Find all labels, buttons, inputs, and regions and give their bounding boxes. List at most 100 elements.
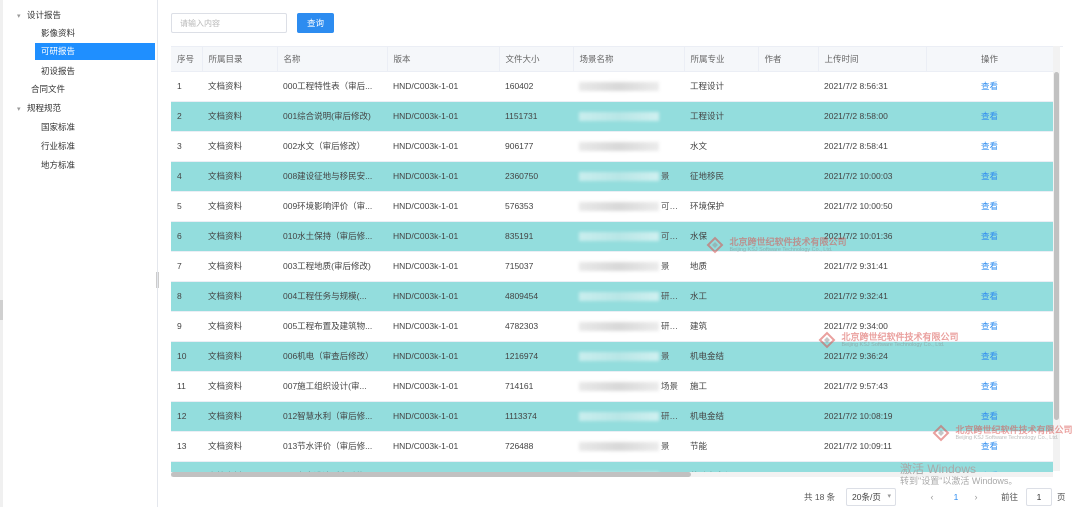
cell-upload-time: 2021/7/2 9:36:24 xyxy=(818,341,926,372)
cell-name: 012智慧水利（审后修... xyxy=(277,401,387,432)
cell-index: 3 xyxy=(171,131,202,162)
cell-file-size: 906177 xyxy=(499,131,573,162)
table-row[interactable]: 9 文档资料 005工程布置及建筑物... HND/C003k-1-01 4782303… xyxy=(171,311,1053,342)
table-row[interactable]: 1 文档资料 000工程特性表（审后... HND/C003k-1-01 160402 工… xyxy=(171,71,1053,102)
tree-node-feasibility-report[interactable]: 可研报告 xyxy=(35,43,155,60)
next-page-button[interactable]: › xyxy=(968,488,984,506)
cell-index: 12 xyxy=(171,401,202,432)
scrollbar-thumb[interactable] xyxy=(171,472,691,477)
cell-version: HND/C003k-1-01 xyxy=(387,191,499,222)
sidebar: ▾ 设计报告 影像资料 可研报告 初设报告 合同文件 ▾ 规程规范 国家标准 行业标… xyxy=(3,0,159,507)
tree-node-regulations[interactable]: ▾ 规程规范 xyxy=(17,100,61,117)
cell-name: 013节水评价（审后修... xyxy=(277,431,387,462)
scrollbar-thumb[interactable] xyxy=(1054,72,1059,420)
horizontal-scrollbar[interactable] xyxy=(171,472,1053,477)
tree-node-image-data[interactable]: 影像资料 xyxy=(41,25,75,42)
page-size-select[interactable]: 20条/页 ▾ xyxy=(846,488,896,506)
prev-page-button[interactable]: ‹ xyxy=(924,488,940,506)
column-header-upload-time: 上传时间 xyxy=(818,47,927,72)
redacted-blur xyxy=(579,82,659,92)
view-link[interactable]: 查看 xyxy=(981,441,998,451)
cell-scene-name: 研场景 xyxy=(573,281,684,312)
cell-actions: 查看 xyxy=(926,281,1053,312)
cell-major: 工程设计 xyxy=(684,71,758,102)
redacted-blur xyxy=(579,442,659,452)
table-row[interactable]: 5 文档资料 009环境影响评价（审... HND/C003k-1-01 576353 可… xyxy=(171,191,1053,222)
view-link[interactable]: 查看 xyxy=(981,171,998,181)
cell-file-size: 1113374 xyxy=(499,401,573,432)
tree-node-contract-files[interactable]: 合同文件 xyxy=(31,81,65,98)
view-link[interactable]: 查看 xyxy=(981,111,998,121)
view-link[interactable]: 查看 xyxy=(981,81,998,91)
view-link[interactable]: 查看 xyxy=(981,411,998,421)
scene-name-text: 景 xyxy=(661,441,670,451)
search-input[interactable] xyxy=(171,13,287,33)
table-row[interactable]: 8 文档资料 004工程任务与规模(... HND/C003k-1-01 4809454… xyxy=(171,281,1053,312)
cell-version: HND/C003k-1-01 xyxy=(387,251,499,282)
cell-upload-time: 2021/7/2 8:58:41 xyxy=(818,131,926,162)
cell-index: 13 xyxy=(171,431,202,462)
cell-major: 水工 xyxy=(684,281,758,312)
tree-node-industry-standards[interactable]: 行业标准 xyxy=(41,138,75,155)
cell-actions: 查看 xyxy=(926,131,1053,162)
goto-page-input[interactable] xyxy=(1026,488,1052,506)
redacted-blur xyxy=(579,322,659,332)
view-link[interactable]: 查看 xyxy=(981,291,998,301)
table-row[interactable]: 7 文档资料 003工程地质(审后修改) HND/C003k-1-01 715037 景 地… xyxy=(171,251,1053,282)
cell-index: 2 xyxy=(171,101,202,132)
tree-node-design-reports[interactable]: ▾ 设计报告 xyxy=(17,7,61,24)
cell-index: 10 xyxy=(171,341,202,372)
table-row[interactable]: 13 文档资料 013节水评价（审后修... HND/C003k-1-01 726488… xyxy=(171,431,1053,462)
cell-directory: 文档资料 xyxy=(202,341,277,372)
cell-upload-time: 2021/7/2 10:00:50 xyxy=(818,191,926,222)
scene-name-text: 景 xyxy=(661,351,670,361)
scene-name-text: 景 xyxy=(661,261,670,271)
table-row[interactable]: 10 文档资料 006机电（审查后修改） HND/C003k-1-01 1216974 景… xyxy=(171,341,1053,372)
cell-author xyxy=(758,131,818,162)
tree-node-local-standards[interactable]: 地方标准 xyxy=(41,157,75,174)
column-header-scene-name: 场景名称 xyxy=(573,47,685,72)
cell-version: HND/C003k-1-01 xyxy=(387,341,499,372)
table-row[interactable]: 2 文档资料 001综合说明(审后修改) HND/C003k-1-01 1151731 工… xyxy=(171,101,1053,132)
view-link[interactable]: 查看 xyxy=(981,231,998,241)
view-link[interactable]: 查看 xyxy=(981,351,998,361)
search-button[interactable]: 查询 xyxy=(297,13,334,33)
view-link[interactable]: 查看 xyxy=(981,261,998,271)
cell-upload-time: 2021/7/2 8:58:00 xyxy=(818,101,926,132)
cell-version: HND/C003k-1-01 xyxy=(387,71,499,102)
caret-down-icon[interactable]: ▾ xyxy=(17,8,27,25)
tree-node-national-standards[interactable]: 国家标准 xyxy=(41,119,75,136)
cell-scene-name xyxy=(573,71,684,102)
table-row[interactable]: 3 文档资料 002水文（审后修改） HND/C003k-1-01 906177 水文 20… xyxy=(171,131,1053,162)
cell-major: 工程设计 xyxy=(684,101,758,132)
cell-actions: 查看 xyxy=(926,401,1053,432)
view-link[interactable]: 查看 xyxy=(981,201,998,211)
caret-down-icon[interactable]: ▾ xyxy=(17,101,27,118)
cell-upload-time: 2021/7/2 10:00:03 xyxy=(818,161,926,192)
redacted-blur xyxy=(579,142,659,152)
view-link[interactable]: 查看 xyxy=(981,321,998,331)
redacted-blur xyxy=(579,202,659,212)
vertical-scrollbar[interactable] xyxy=(1053,46,1060,471)
cell-name: 003工程地质(审后修改) xyxy=(277,251,387,282)
cell-file-size: 160402 xyxy=(499,71,573,102)
view-link[interactable]: 查看 xyxy=(981,141,998,151)
cell-actions: 查看 xyxy=(926,371,1053,402)
view-link[interactable]: 查看 xyxy=(981,381,998,391)
cell-actions: 查看 xyxy=(926,311,1053,342)
cell-actions: 查看 xyxy=(926,71,1053,102)
redacted-blur xyxy=(579,412,659,422)
cell-major: 建筑 xyxy=(684,311,758,342)
table-row[interactable]: 6 文档资料 010水土保持（审后修... HND/C003k-1-01 835191 可… xyxy=(171,221,1053,252)
cell-file-size: 1151731 xyxy=(499,101,573,132)
page-number-current[interactable]: 1 xyxy=(948,488,964,506)
page-unit-label: 页 xyxy=(1057,492,1066,502)
table-row[interactable]: 11 文档资料 007施工组织设计(审... HND/C003k-1-01 714161… xyxy=(171,371,1053,402)
cell-scene-name: 景 xyxy=(573,251,684,282)
chevron-down-icon: ▾ xyxy=(887,493,891,500)
table-row[interactable]: 4 文档资料 008建设征地与移民安... HND/C003k-1-01 2360750… xyxy=(171,161,1053,192)
cell-file-size: 714161 xyxy=(499,371,573,402)
table-row[interactable]: 12 文档资料 012智慧水利（审后修... HND/C003k-1-01 111337… xyxy=(171,401,1053,432)
tree-node-preliminary-design-report[interactable]: 初设报告 xyxy=(41,63,75,80)
cell-index: 6 xyxy=(171,221,202,252)
